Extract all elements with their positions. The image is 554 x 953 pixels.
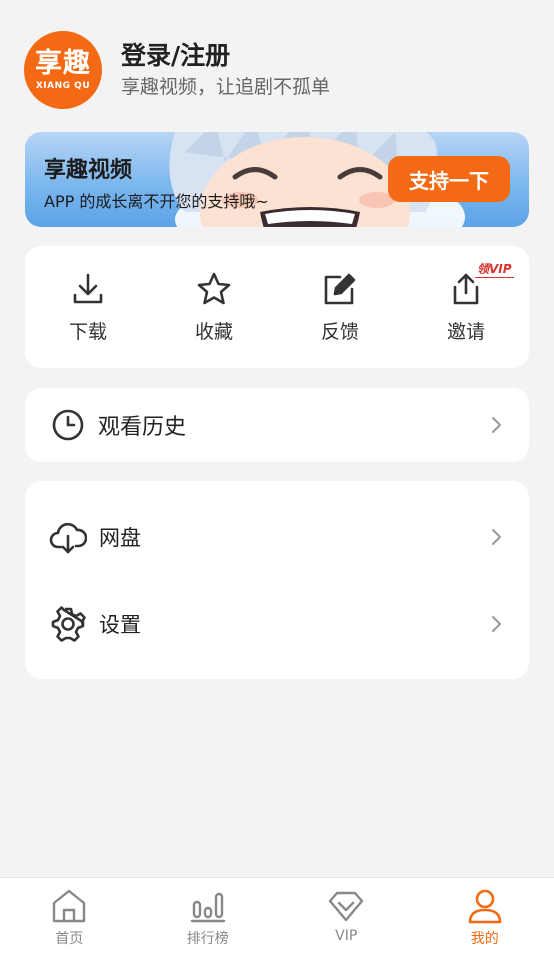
vip-badge: 领VIP (475, 262, 514, 278)
diamond-icon (329, 891, 364, 922)
tab-ranking[interactable]: 排行榜 (139, 878, 278, 953)
edit-icon (324, 273, 356, 304)
settings-menu-card: 网盘 设置 (25, 481, 529, 679)
download-icon (73, 273, 103, 303)
tab-vip-label: VIP (335, 928, 358, 944)
cloud-download-icon (49, 522, 87, 554)
quick-actions-card: 下载 收藏 反馈 领VIP 邀请 (25, 246, 529, 368)
favorites-button[interactable]: 收藏 (151, 246, 277, 368)
watch-history-row[interactable]: 观看历史 (25, 388, 529, 462)
profile-header[interactable]: 享趣 XIANG QU 登录/注册 享趣视频，让追剧不孤单 (24, 30, 444, 110)
avatar-logo-text: 享趣 (35, 48, 91, 79)
login-register-link[interactable]: 登录/注册 (121, 41, 330, 71)
banner-subtitle: APP 的成长离不开您的支持哦~ (44, 192, 269, 211)
profile-subtitle: 享趣视频，让追剧不孤单 (121, 76, 331, 98)
bottom-tab-bar: 首页 排行榜 VIP 我的 (0, 877, 554, 953)
avatar[interactable]: 享趣 XIANG QU (24, 31, 102, 109)
user-icon (468, 889, 502, 924)
support-banner[interactable]: 享趣视频 APP 的成长离不开您的支持哦~ 支持一下 (25, 132, 529, 227)
tab-home-label: 首页 (55, 931, 84, 947)
tab-mine-label: 我的 (470, 931, 499, 947)
feedback-label: 反馈 (320, 320, 359, 343)
star-icon (197, 272, 231, 304)
support-button[interactable]: 支持一下 (388, 156, 510, 202)
download-label: 下载 (68, 320, 107, 343)
menu-item-settings[interactable]: 设置 (49, 594, 503, 654)
clock-icon (52, 409, 84, 441)
feedback-button[interactable]: 反馈 (277, 246, 403, 368)
banner-title: 享趣视频 (44, 158, 133, 183)
chevron-right-icon (492, 529, 501, 545)
invite-button[interactable]: 领VIP 邀请 (403, 246, 529, 368)
tab-vip[interactable]: VIP (277, 878, 416, 953)
tab-ranking-label: 排行榜 (186, 931, 229, 947)
avatar-logo-subtext: XIANG QU (35, 81, 91, 91)
tab-home[interactable]: 首页 (0, 878, 139, 953)
settings-label: 设置 (99, 613, 141, 637)
chevron-right-icon (492, 417, 501, 433)
menu-item-cloud-drive[interactable]: 网盘 (49, 507, 503, 567)
invite-label: 邀请 (446, 320, 485, 343)
watch-history-label: 观看历史 (98, 415, 187, 440)
ranking-icon (190, 892, 225, 923)
cloud-drive-label: 网盘 (99, 526, 141, 550)
gear-icon (51, 606, 86, 642)
download-button[interactable]: 下载 (25, 246, 151, 368)
home-icon (53, 889, 86, 923)
chevron-right-icon (492, 616, 501, 632)
favorites-label: 收藏 (194, 320, 233, 343)
tab-mine[interactable]: 我的 (416, 878, 554, 953)
